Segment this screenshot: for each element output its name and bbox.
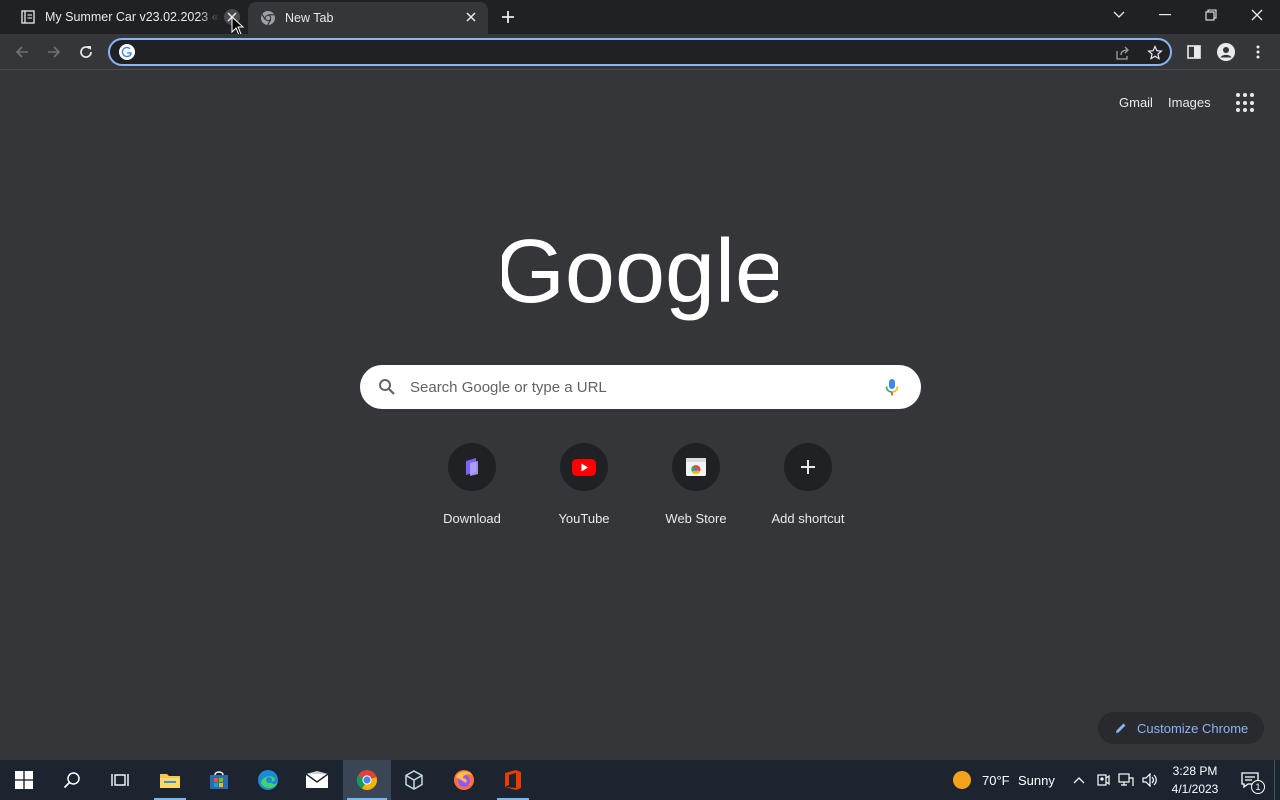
- shortcut-youtube[interactable]: YouTube: [528, 440, 640, 536]
- taskbar-clock[interactable]: 3:28 PM 4/1/2023: [1166, 762, 1224, 798]
- tab-title: New Tab: [285, 11, 334, 25]
- shortcut-tile: [672, 443, 720, 491]
- network-icon[interactable]: [1117, 770, 1135, 790]
- show-desktop-strip[interactable]: [1274, 760, 1275, 800]
- search-icon: [63, 772, 80, 789]
- taskbar-chrome[interactable]: [343, 760, 391, 800]
- start-button[interactable]: [0, 760, 48, 800]
- taskbar-search-button[interactable]: [48, 760, 96, 800]
- clock-date: 4/1/2023: [1171, 782, 1219, 796]
- shortcut-download[interactable]: Download: [416, 440, 528, 536]
- google-logo-text: Google: [502, 226, 778, 322]
- task-view-icon: [111, 774, 129, 786]
- firefox-icon: [454, 770, 474, 790]
- meet-now-icon[interactable]: [1094, 770, 1112, 790]
- gmail-link[interactable]: Gmail: [1119, 95, 1153, 110]
- address-bar[interactable]: [108, 38, 1172, 66]
- mouse-cursor-icon: [231, 15, 245, 36]
- office-icon: [505, 770, 521, 790]
- mail-icon: [305, 771, 329, 788]
- youtube-icon: [572, 458, 596, 476]
- page-icon: [20, 9, 36, 25]
- chrome-menu-button[interactable]: [1246, 40, 1270, 64]
- shortcut-label: YouTube: [558, 511, 610, 526]
- new-tab-button[interactable]: [498, 7, 518, 27]
- taskbar-mail[interactable]: [293, 760, 341, 800]
- taskbar-virtualbox[interactable]: [390, 760, 438, 800]
- back-button[interactable]: [10, 40, 34, 64]
- edge-icon: [258, 770, 278, 790]
- address-input[interactable]: [144, 42, 1104, 62]
- tab-strip: My Summer Car v23.02.2023 « PC New Tab: [0, 0, 1280, 36]
- customize-chrome-button[interactable]: Customize Chrome: [1098, 712, 1264, 744]
- weather-icon: [952, 770, 972, 790]
- profile-icon[interactable]: [1214, 40, 1238, 64]
- clock-time: 3:28 PM: [1172, 764, 1218, 778]
- shortcut-label: Download: [443, 511, 501, 526]
- windows-taskbar: 70°F Sunny: [0, 760, 1280, 800]
- share-icon[interactable]: [1114, 44, 1132, 62]
- folder-icon: [160, 774, 180, 788]
- close-window-button[interactable]: [1234, 0, 1280, 30]
- reload-button[interactable]: [74, 40, 98, 64]
- notification-badge: 1: [1251, 780, 1265, 794]
- taskbar-microsoft-store[interactable]: [195, 760, 243, 800]
- shortcut-tile: [448, 443, 496, 491]
- tab-title: My Summer Car v23.02.2023 « PC: [45, 10, 220, 24]
- google-logo: Google: [502, 226, 778, 322]
- volume-icon[interactable]: [1141, 770, 1159, 790]
- weather-temp[interactable]: 70°F: [982, 760, 1010, 800]
- tab-new-tab[interactable]: New Tab: [248, 2, 488, 34]
- download-site-icon: [466, 458, 478, 476]
- customize-chrome-label: Customize Chrome: [1137, 720, 1249, 736]
- bookmark-star-icon[interactable]: [1146, 44, 1164, 62]
- shortcut-tile: [784, 443, 832, 491]
- chrome-icon: [260, 10, 276, 26]
- shortcut-label: Web Store: [665, 511, 727, 526]
- taskbar-firefox[interactable]: [440, 760, 488, 800]
- web-store-icon: [686, 458, 706, 476]
- shortcut-tile: [560, 443, 608, 491]
- store-icon: [210, 771, 228, 789]
- side-panel-button[interactable]: [1182, 40, 1206, 64]
- microphone-icon[interactable]: [882, 377, 902, 397]
- action-center-button[interactable]: 1: [1232, 760, 1268, 800]
- plus-icon: [801, 460, 815, 474]
- close-tab-button[interactable]: [463, 9, 479, 25]
- search-box[interactable]: [360, 365, 921, 409]
- taskbar-edge[interactable]: [244, 760, 292, 800]
- browser-toolbar: [0, 34, 1280, 70]
- tab-search-button[interactable]: [1096, 0, 1142, 30]
- windows-logo-icon: [15, 771, 33, 789]
- shortcut-add[interactable]: Add shortcut: [752, 440, 864, 536]
- minimize-button[interactable]: [1142, 0, 1188, 30]
- task-view-button[interactable]: [96, 760, 144, 800]
- search-icon: [379, 379, 395, 395]
- taskbar-file-explorer[interactable]: [146, 760, 194, 800]
- google-apps-icon[interactable]: [1236, 93, 1256, 113]
- weather-condition[interactable]: Sunny: [1018, 760, 1055, 800]
- chrome-icon: [356, 770, 377, 791]
- show-hidden-icons-chevron-icon[interactable]: [1070, 770, 1088, 790]
- pencil-icon: [1116, 723, 1126, 733]
- taskbar-office[interactable]: [489, 760, 537, 800]
- forward-button[interactable]: [42, 40, 66, 64]
- screen: My Summer Car v23.02.2023 « PC New Tab: [0, 0, 1280, 800]
- tab-my-summer-car[interactable]: My Summer Car v23.02.2023 « PC: [8, 0, 248, 34]
- restore-button[interactable]: [1188, 0, 1234, 30]
- google-g-icon: [119, 44, 135, 60]
- images-link[interactable]: Images: [1168, 95, 1211, 110]
- shortcut-label: Add shortcut: [771, 511, 845, 526]
- search-input[interactable]: [410, 376, 870, 398]
- shortcut-web-store[interactable]: Web Store: [640, 440, 752, 536]
- virtualbox-icon: [405, 770, 423, 790]
